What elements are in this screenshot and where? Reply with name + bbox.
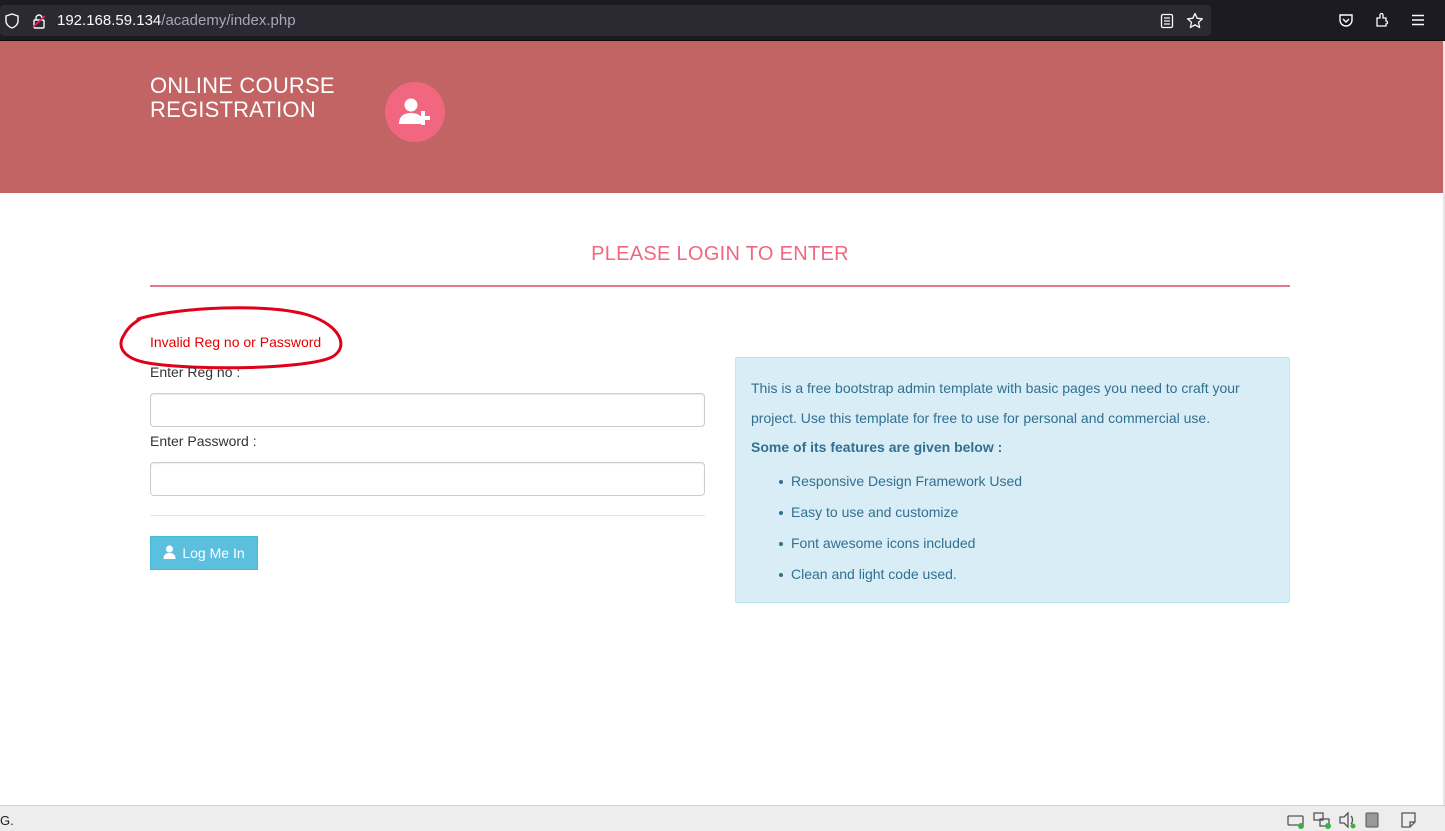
user-icon [163,545,176,562]
login-button[interactable]: Log Me In [150,536,258,570]
info-paragraph: This is a free bootstrap admin template … [751,380,1240,426]
page-content: ONLINE COURSE REGISTRATION PLEASE LOGIN … [0,41,1443,805]
title-divider [150,285,1290,287]
reg-no-input[interactable] [150,393,705,427]
login-error-message: Invalid Reg no or Password [150,334,322,350]
usb-icon[interactable] [1363,811,1383,829]
site-title[interactable]: ONLINE COURSE REGISTRATION [150,74,335,122]
site-title-line2: REGISTRATION [150,97,316,122]
list-item: Clean and light code used. [779,559,1274,590]
features-heading: Some of its features are given below : [751,439,1003,455]
info-panel: This is a free bootstrap admin template … [735,357,1290,603]
notes-icon[interactable] [1399,811,1419,829]
address-bar[interactable]: 192.168.59.134/academy/index.php [0,5,1211,36]
features-list: Responsive Design Framework Used Easy to… [751,466,1274,590]
password-label: Enter Password : [150,433,257,449]
page-title: PLEASE LOGIN TO ENTER [591,243,849,265]
login-button-label: Log Me In [182,545,245,561]
browser-toolbar: 192.168.59.134/academy/index.php [0,0,1445,41]
site-header: ONLINE COURSE REGISTRATION [0,41,1443,193]
shield-icon[interactable] [2,11,22,31]
form-divider [150,515,705,516]
password-input[interactable] [150,462,705,496]
url-path: /academy/index.php [161,12,296,29]
site-title-line1: ONLINE COURSE [150,73,335,98]
menu-icon[interactable] [1408,10,1428,30]
extensions-icon[interactable] [1372,10,1392,30]
list-item: Font awesome icons included [779,528,1274,559]
status-text: G. [0,813,14,828]
pocket-icon[interactable] [1336,10,1356,30]
audio-icon[interactable] [1338,811,1358,829]
user-plus-icon [385,82,445,142]
reg-no-label: Enter Reg no : [150,364,241,380]
bookmark-star-icon[interactable] [1185,11,1205,31]
list-item: Responsive Design Framework Used [779,466,1274,497]
network-icon[interactable] [1312,811,1332,829]
list-item: Easy to use and customize [779,497,1274,528]
url-host: 192.168.59.134 [57,12,162,29]
status-bar: G. [0,805,1445,831]
insecure-lock-icon[interactable] [29,11,49,31]
reader-view-icon[interactable] [1157,11,1177,31]
url-text[interactable]: 192.168.59.134/academy/index.php [57,12,296,29]
hard-disk-icon[interactable] [1286,811,1306,829]
